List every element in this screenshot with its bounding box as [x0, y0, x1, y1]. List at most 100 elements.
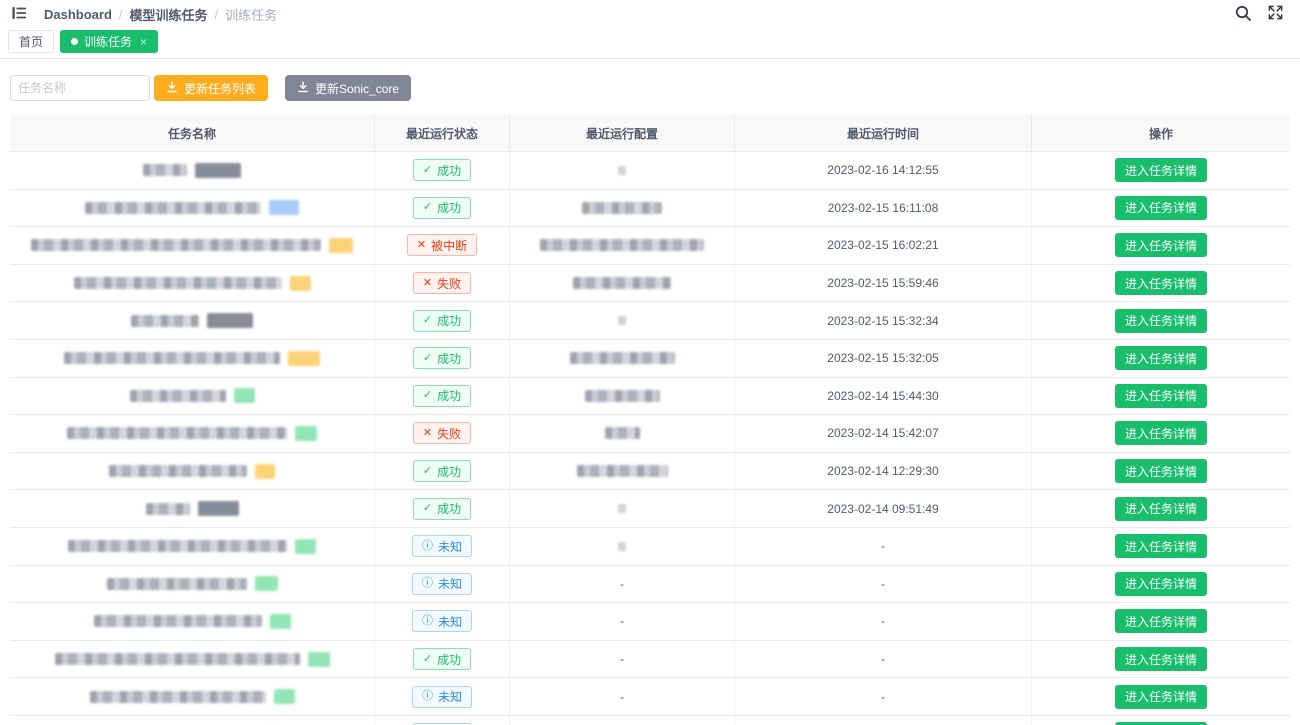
task-tag [198, 501, 239, 516]
config-value: - [620, 577, 624, 591]
run-time: - [881, 652, 885, 666]
tab-bar: 首页 训练任务 × [0, 28, 1300, 59]
task-name-input[interactable] [10, 75, 150, 101]
config-redacted [577, 465, 668, 477]
search-button[interactable] [1232, 3, 1254, 25]
config-cell [510, 528, 735, 565]
enter-task-detail-button[interactable]: 进入任务详情 [1115, 158, 1207, 182]
enter-task-detail-button[interactable]: 进入任务详情 [1115, 271, 1207, 295]
time-cell: 2023-02-15 15:32:34 [735, 302, 1032, 339]
menu-fold-icon [10, 4, 28, 25]
status-badge: ✕ 被中断 [407, 234, 477, 256]
status-cell: ✓ 成功 [375, 641, 510, 678]
status-label: 成功 [437, 651, 461, 668]
table-row: ✕ 被中断 2023-02-15 16:02:21 进入任务详情 [10, 227, 1290, 265]
time-cell: 2023-02-14 09:51:49 [735, 490, 1032, 527]
run-time: 2023-02-14 15:44:30 [827, 389, 938, 403]
table-row: ✓ 成功 2023-02-15 15:32:34 进入任务详情 [10, 302, 1290, 340]
config-value: - [620, 690, 624, 704]
config-redacted [605, 427, 640, 439]
run-time: 2023-02-14 09:51:49 [827, 502, 938, 516]
status-cell: ⓘ 未知 [375, 566, 510, 603]
config-cell: - [510, 566, 735, 603]
task-tag [270, 614, 291, 629]
update-task-list-button[interactable]: 更新任务列表 [154, 75, 268, 101]
tab-home-label: 首页 [19, 33, 43, 50]
status-cell: ⓘ 未知 [375, 528, 510, 565]
status-badge: ✓ 成功 [413, 385, 471, 407]
enter-task-detail-button[interactable]: 进入任务详情 [1115, 459, 1207, 483]
table-row: ⓘ 未知 - - 进入任务详情 [10, 603, 1290, 641]
status-cell: ✓ 成功 [375, 340, 510, 377]
task-name-redacted [31, 239, 321, 251]
task-name-redacted [90, 691, 266, 703]
task-tag [255, 576, 278, 591]
status-label: 成功 [437, 500, 461, 517]
task-name-cell [10, 603, 375, 640]
breadcrumb-model-training[interactable]: 模型训练任务 [130, 5, 208, 24]
status-label: 成功 [437, 463, 461, 480]
task-name-cell [10, 265, 375, 302]
task-name-redacted [109, 465, 247, 477]
task-name-cell [10, 716, 375, 725]
config-redacted [540, 239, 704, 251]
breadcrumb-separator: / [215, 7, 219, 22]
fullscreen-button[interactable] [1264, 3, 1286, 25]
action-cell: 进入任务详情 [1032, 490, 1290, 527]
run-time: 2023-02-15 15:32:05 [827, 351, 938, 365]
run-time: - [881, 690, 885, 704]
breadcrumb-separator: / [119, 7, 123, 22]
status-label: 未知 [438, 613, 462, 630]
column-header-run-time: 最近运行时间 [735, 115, 1032, 151]
table-row: ✓ 成功 2023-02-16 14:12:55 进入任务详情 [10, 152, 1290, 190]
status-badge: ✓ 成功 [413, 648, 471, 670]
run-time: - [881, 614, 885, 628]
status-icon: ✓ [423, 165, 432, 176]
enter-task-detail-button[interactable]: 进入任务详情 [1115, 421, 1207, 445]
enter-task-detail-button[interactable]: 进入任务详情 [1115, 233, 1207, 257]
enter-task-detail-button[interactable]: 进入任务详情 [1115, 196, 1207, 220]
download-icon [297, 81, 309, 96]
enter-task-detail-button[interactable]: 进入任务详情 [1115, 572, 1207, 596]
enter-task-detail-button[interactable]: 进入任务详情 [1115, 346, 1207, 370]
status-badge: ⓘ 未知 [412, 535, 472, 557]
task-tag [269, 200, 299, 215]
sidebar-fold-button[interactable] [8, 3, 30, 25]
config-cell [510, 415, 735, 452]
task-tag [274, 689, 295, 704]
filter-toolbar: 更新任务列表 更新Sonic_core [0, 59, 1300, 101]
status-badge: ⓘ 未知 [412, 610, 472, 632]
status-label: 成功 [437, 350, 461, 367]
time-cell: 2023-02-15 15:32:05 [735, 340, 1032, 377]
tab-home[interactable]: 首页 [8, 30, 54, 53]
tab-close-icon[interactable]: × [140, 35, 147, 49]
enter-task-detail-button[interactable]: 进入任务详情 [1115, 534, 1207, 558]
task-name-redacted [64, 352, 280, 364]
status-icon: ✕ [423, 278, 432, 289]
time-cell: - [735, 641, 1032, 678]
config-cell [510, 302, 735, 339]
enter-task-detail-button[interactable]: 进入任务详情 [1115, 497, 1207, 521]
action-cell: 进入任务详情 [1032, 302, 1290, 339]
task-name-redacted [143, 164, 187, 176]
status-icon: ⓘ [422, 616, 433, 627]
config-cell [510, 152, 735, 189]
enter-task-detail-button[interactable]: 进入任务详情 [1115, 309, 1207, 333]
time-cell: - [735, 716, 1032, 725]
update-sonic-core-button[interactable]: 更新Sonic_core [285, 75, 411, 101]
tab-training-tasks[interactable]: 训练任务 × [60, 30, 158, 53]
enter-task-detail-button[interactable]: 进入任务详情 [1115, 609, 1207, 633]
table-row: ⓘ 未知 - - 进入任务详情 [10, 566, 1290, 604]
enter-task-detail-button[interactable]: 进入任务详情 [1115, 685, 1207, 709]
enter-task-detail-button[interactable]: 进入任务详情 [1115, 647, 1207, 671]
enter-task-detail-button[interactable]: 进入任务详情 [1115, 384, 1207, 408]
status-label: 成功 [437, 387, 461, 404]
status-badge: ✕ 失败 [413, 422, 471, 444]
breadcrumb-dashboard[interactable]: Dashboard [44, 7, 112, 22]
status-icon: ✓ [423, 503, 432, 514]
status-cell: ✕ 失败 [375, 265, 510, 302]
config-cell [510, 378, 735, 415]
status-icon: ✓ [423, 390, 432, 401]
time-cell: 2023-02-16 14:12:55 [735, 152, 1032, 189]
action-cell: 进入任务详情 [1032, 641, 1290, 678]
